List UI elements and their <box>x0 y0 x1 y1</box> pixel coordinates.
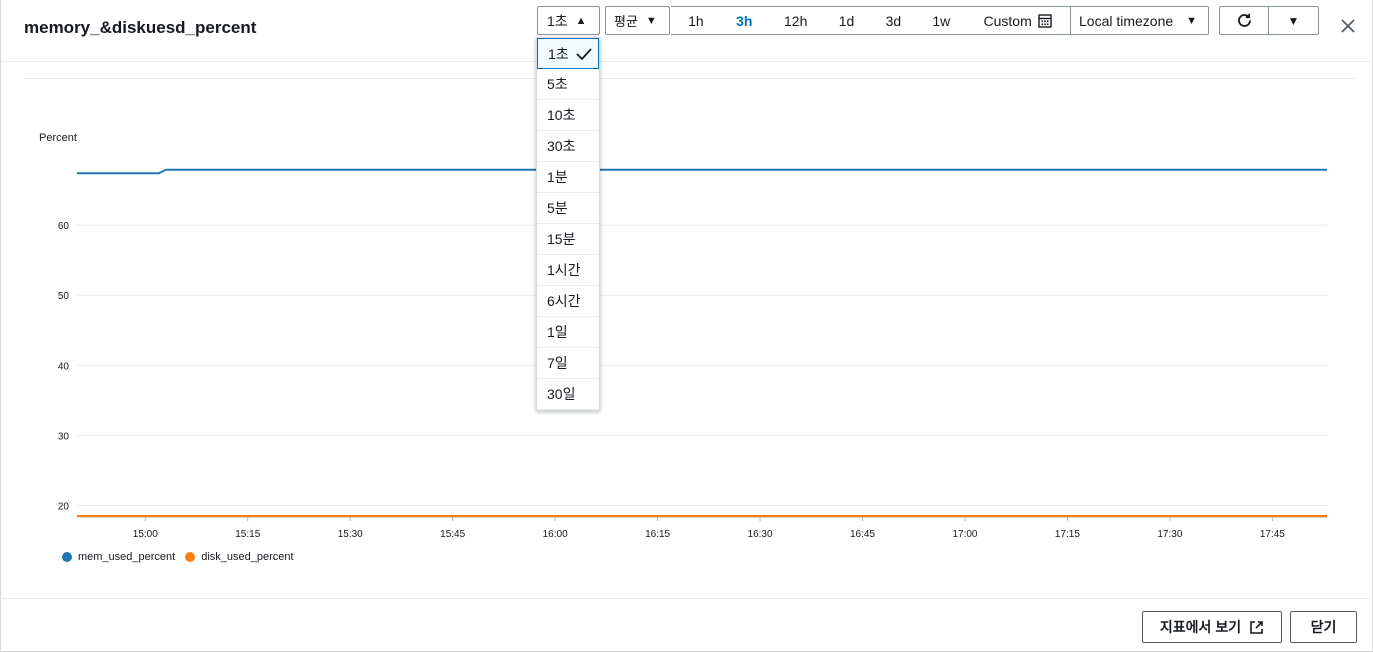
y-tick-label: 20 <box>58 501 70 512</box>
period-option-label: 1분 <box>547 169 568 185</box>
y-tick-label: 40 <box>58 361 70 372</box>
view-in-metrics-button[interactable]: 지표에서 보기 <box>1142 611 1282 643</box>
y-ticks: 20 30 40 50 60 <box>58 221 70 512</box>
period-option-label: 7일 <box>547 355 568 371</box>
x-tick-label: 15:45 <box>440 529 465 540</box>
period-option-label: 1일 <box>547 324 568 340</box>
period-option[interactable]: 1시간 <box>537 255 599 286</box>
period-option[interactable]: 6시간 <box>537 286 599 317</box>
period-option[interactable]: 1일 <box>537 317 599 348</box>
y-tick-label: 60 <box>58 221 70 232</box>
period-option-label: 10초 <box>547 107 576 123</box>
chart-legend: mem_used_percent disk_used_percent <box>62 551 304 563</box>
series-lines <box>77 168 1327 517</box>
period-option[interactable]: 5초 <box>537 69 599 100</box>
period-option-label: 30초 <box>547 138 576 154</box>
period-option-label: 1시간 <box>547 262 581 278</box>
y-axis-label: Percent <box>39 132 77 144</box>
legend-label: disk_used_percent <box>201 551 294 563</box>
period-option[interactable]: 1초 <box>537 38 599 69</box>
x-tick-label: 17:45 <box>1260 529 1285 540</box>
period-option[interactable]: 1분 <box>537 162 599 193</box>
x-tick-label: 15:15 <box>235 529 260 540</box>
period-option-label: 5초 <box>547 76 568 92</box>
x-tick-label: 15:30 <box>338 529 363 540</box>
period-option-label: 1초 <box>548 45 569 62</box>
period-option-label: 5분 <box>547 200 568 216</box>
close-button[interactable]: 닫기 <box>1290 611 1357 643</box>
legend-swatch-mem <box>62 552 72 562</box>
period-option-label: 15분 <box>547 231 576 247</box>
y-tick-label: 30 <box>58 431 70 442</box>
view-in-metrics-label: 지표에서 보기 <box>1159 619 1242 635</box>
external-link-icon <box>1250 620 1263 634</box>
x-tick-label: 17:30 <box>1157 529 1182 540</box>
close-button-label: 닫기 <box>1310 619 1337 635</box>
period-option[interactable]: 30일 <box>537 379 599 410</box>
period-option-label: 30일 <box>547 386 576 402</box>
footer-divider <box>0 598 1373 599</box>
legend-label: mem_used_percent <box>78 551 176 563</box>
period-option[interactable]: 10초 <box>537 100 599 131</box>
period-option-label: 6시간 <box>547 293 581 309</box>
period-option[interactable]: 30초 <box>537 131 599 162</box>
grid-lines <box>77 224 1327 518</box>
x-tick-label: 17:15 <box>1055 529 1080 540</box>
x-tick-label: 16:45 <box>850 529 875 540</box>
period-dropdown-menu: 1초 5초 10초 30초 1분 5분 15분 1시간 6시간 1일 7일 30일 <box>536 37 600 411</box>
x-tick-label: 16:00 <box>543 529 568 540</box>
x-tick-label: 17:00 <box>952 529 977 540</box>
x-tick-label: 15:00 <box>133 529 158 540</box>
x-tick-label: 16:30 <box>748 529 773 540</box>
period-option[interactable]: 15분 <box>537 224 599 255</box>
period-option[interactable]: 5분 <box>537 193 599 224</box>
legend-item-mem[interactable]: mem_used_percent <box>62 551 175 563</box>
x-ticks: 15:00 15:15 15:30 15:45 16:00 16:15 16:30 16:45… <box>133 517 1285 540</box>
y-tick-label: 50 <box>58 291 70 302</box>
check-icon <box>576 47 592 60</box>
legend-item-disk[interactable]: disk_used_percent <box>185 551 294 563</box>
x-tick-label: 16:15 <box>645 529 670 540</box>
series-line-mem[interactable] <box>77 168 1327 175</box>
period-option[interactable]: 7일 <box>537 348 599 379</box>
legend-swatch-disk <box>185 552 196 562</box>
